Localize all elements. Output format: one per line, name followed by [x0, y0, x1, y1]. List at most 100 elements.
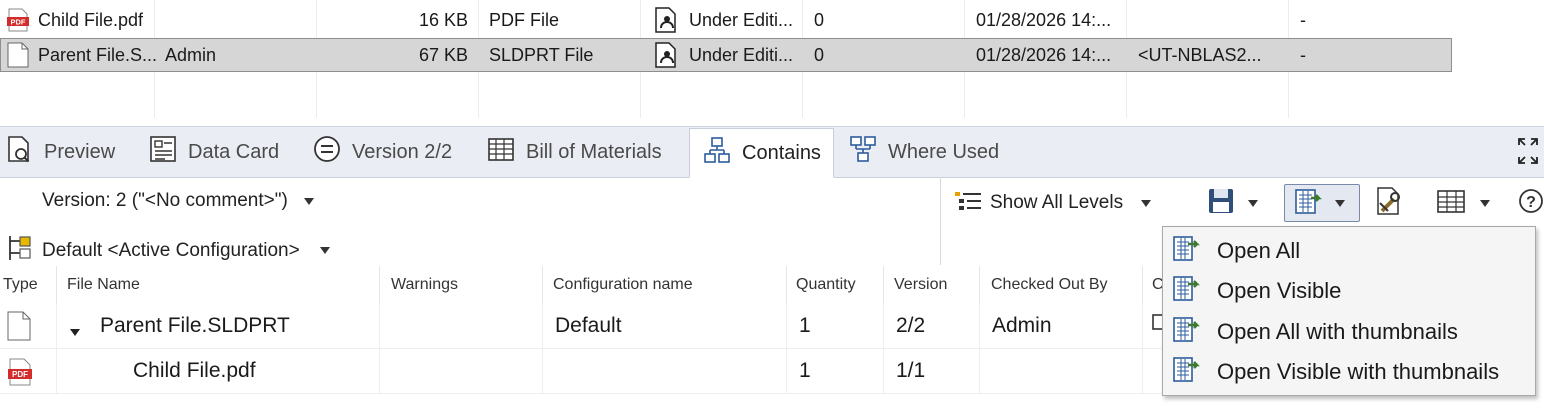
show-all-levels-button[interactable]: Show All Levels — [952, 184, 1152, 222]
version-select-value: Version: 2 ("<No comment>") — [42, 190, 288, 211]
configuration-cell: Default — [543, 304, 787, 348]
menu-item-open-visible-with-thumbnails[interactable]: Open Visible with thumbnails — [1163, 352, 1535, 392]
workflow-state-icon — [652, 41, 680, 74]
configuration-select[interactable]: Default <Active Configuration> — [6, 233, 330, 268]
type-cell — [0, 304, 57, 348]
modified-date: 01/28/2026 14:... — [976, 10, 1112, 30]
tab-label: Version 2/2 — [352, 140, 453, 163]
menu-item-label: Open All with thumbnails — [1217, 319, 1458, 344]
version-cell: 2/2 — [884, 304, 980, 348]
local-version: 0 — [814, 10, 825, 30]
svg-text:PDF: PDF — [11, 18, 26, 27]
open-file-icon — [1163, 273, 1217, 309]
contains-grid-header: Type File Name Warnings Configuration na… — [0, 266, 1170, 304]
column-header-checked-out-by[interactable]: Checked Out By — [980, 266, 1143, 304]
local-version: 0 — [814, 45, 825, 65]
quantity-cell: 1 — [787, 304, 884, 348]
file-size: 67 KB — [418, 45, 468, 65]
file-type: SLDPRT File — [489, 45, 594, 65]
open-dropdown-menu: Open All Open Visible Open All with thum… — [1162, 226, 1536, 396]
levels-icon — [952, 186, 986, 221]
table-row[interactable]: Parent File.SLDPRT Default 1 2/2 Admin — [0, 304, 1170, 349]
menu-item-open-visible[interactable]: Open Visible — [1163, 271, 1535, 311]
file-type: PDF File — [489, 10, 560, 30]
file-name-cell: Child File.pdf — [57, 349, 380, 393]
help-icon: ? — [1518, 186, 1544, 221]
tab-label: Where Used — [888, 140, 1000, 163]
tab-contains[interactable]: Contains — [689, 128, 834, 178]
column-header-file-name[interactable]: File Name — [57, 266, 380, 304]
table-icon — [1436, 186, 1466, 221]
tab-label: Bill of Materials — [526, 140, 662, 163]
configuration-select-value: Default <Active Configuration> — [42, 239, 300, 261]
warnings-cell — [380, 349, 543, 393]
version-cell: 1/1 — [884, 349, 980, 393]
properties-button[interactable] — [1372, 184, 1406, 222]
table-row[interactable]: PDF Child File.pdf 1 1/1 — [0, 349, 1170, 394]
wrench-properties-icon — [1372, 185, 1406, 222]
extra-column: - — [1300, 10, 1306, 30]
warnings-cell — [380, 304, 543, 348]
checked-out-location — [1138, 3, 1286, 37]
chevron-down-icon — [1480, 199, 1490, 207]
save-icon — [1206, 186, 1236, 221]
configuration-icon — [6, 233, 36, 268]
file-name: Child File.pdf — [38, 10, 144, 30]
open-file-icon — [1163, 314, 1217, 350]
type-cell — [0, 349, 57, 393]
tab-bill-of-materials[interactable]: Bill of Materials — [486, 127, 686, 177]
open-file-icon — [1293, 186, 1325, 221]
column-header-quantity[interactable]: Quantity — [787, 266, 884, 304]
checked-out-location: <UT-NBLAS2... — [1138, 45, 1262, 65]
version-select[interactable]: Version: 2 ("<No comment>") — [42, 190, 314, 212]
document-icon — [6, 42, 30, 73]
file-size: 16 KB — [418, 10, 468, 30]
column-header-warnings[interactable]: Warnings — [380, 266, 543, 304]
checked-out-by — [165, 3, 305, 37]
quantity-cell: 1 — [787, 349, 884, 393]
columns-menu-button[interactable] — [1436, 184, 1490, 222]
column-header-type[interactable]: Type — [0, 266, 57, 304]
extra-column: - — [1300, 45, 1306, 65]
file-name-cell: Parent File.SLDPRT — [57, 304, 380, 348]
open-file-icon — [1163, 354, 1217, 390]
file-row[interactable]: PDF Child File.pdf 16 KB PDF File Under … — [0, 3, 1452, 37]
open-file-icon — [1163, 233, 1217, 269]
menu-item-open-all[interactable]: Open All — [1163, 231, 1535, 271]
workflow-state-icon — [652, 6, 680, 39]
file-row-selected[interactable]: Parent File.S... Admin 67 KB SLDPRT File… — [0, 38, 1452, 72]
menu-item-label: Open Visible with thumbnails — [1217, 359, 1500, 384]
file-name: Parent File.S... — [38, 45, 156, 65]
where-used-icon — [848, 134, 888, 170]
open-menu-button[interactable] — [1284, 184, 1360, 222]
bom-icon — [486, 134, 526, 170]
tab-preview[interactable]: Preview — [4, 127, 138, 177]
tab-version[interactable]: Version 2/2 — [312, 127, 474, 177]
menu-item-open-all-with-thumbnails[interactable]: Open All with thumbnails — [1163, 312, 1535, 352]
data-card-icon — [148, 134, 188, 170]
version-icon — [312, 134, 352, 170]
help-button[interactable]: ? — [1518, 184, 1544, 222]
column-header-configuration-name[interactable]: Configuration name — [543, 266, 787, 304]
tab-label: Preview — [44, 140, 116, 163]
checked-out-by-cell — [980, 349, 1143, 393]
checked-out-by: Admin — [165, 45, 217, 65]
chevron-down-icon — [1141, 199, 1152, 207]
maximize-icon[interactable] — [1516, 136, 1540, 171]
tab-bar: Preview Data Card Version 2/2 Bill of Ma… — [0, 126, 1544, 178]
file-list: PDF Child File.pdf 16 KB PDF File Under … — [0, 0, 1544, 118]
preview-icon — [4, 134, 44, 170]
checked-out-by-cell: Admin — [980, 304, 1143, 348]
menu-item-label: Open Visible — [1217, 278, 1342, 303]
pdf-icon: PDF — [6, 8, 30, 37]
tab-data-card[interactable]: Data Card — [148, 127, 300, 177]
workflow-state: Under Editi... — [689, 10, 794, 30]
chevron-down-icon — [319, 247, 330, 254]
column-header-version[interactable]: Version — [884, 266, 980, 304]
tab-label: Contains — [742, 141, 821, 164]
tab-where-used[interactable]: Where Used — [848, 127, 1018, 177]
modified-date: 01/28/2026 14:... — [976, 45, 1112, 65]
contains-icon — [702, 135, 742, 171]
tab-label: Data Card — [188, 140, 280, 163]
save-menu-button[interactable] — [1206, 184, 1258, 222]
